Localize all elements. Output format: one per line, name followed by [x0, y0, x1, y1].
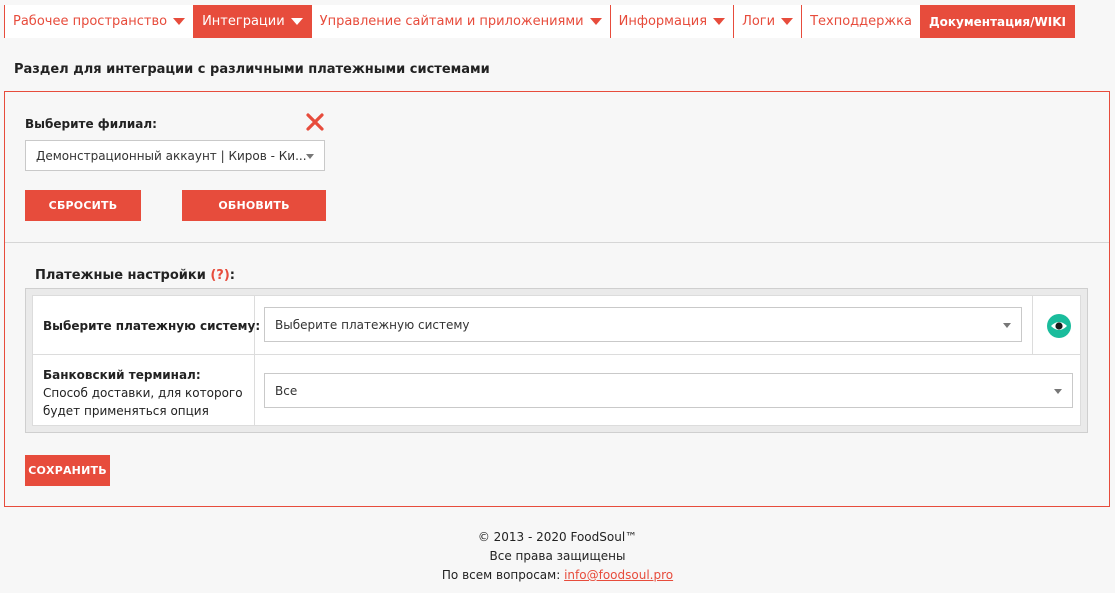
- dropdown-arrow-icon: [306, 153, 314, 159]
- bank-terminal-desc-line2: будет применяться опция: [43, 404, 209, 418]
- help-link[interactable]: (?): [210, 268, 229, 283]
- nav-item-label: Рабочее пространство: [13, 14, 168, 29]
- payment-system-select-value: Выберите платежную систему: [275, 317, 470, 332]
- row-divider: [33, 354, 1080, 355]
- title-colon: :: [229, 268, 235, 283]
- clear-branch-icon[interactable]: [303, 110, 327, 134]
- footer-rights: Все права защищены: [489, 549, 626, 563]
- save-button[interactable]: СОХРАНИТЬ: [25, 455, 110, 486]
- nav-item-logs[interactable]: Логи: [733, 5, 802, 38]
- branch-label: Выберите филиал:: [25, 117, 157, 131]
- payment-settings-table: Выберите платежную систему: Выберите пла…: [32, 295, 1081, 426]
- payment-system-select[interactable]: Выберите платежную систему: [264, 307, 1022, 342]
- nav-item-info[interactable]: Информация: [609, 5, 734, 38]
- footer-copyright: © 2013 - 2020 FoodSoul™: [477, 530, 638, 544]
- caret-down-icon: [781, 18, 794, 25]
- delivery-method-select[interactable]: Все: [264, 373, 1073, 408]
- footer-contact-prefix: По всем вопросам:: [441, 568, 561, 582]
- eye-icon[interactable]: [1046, 313, 1072, 339]
- nav-item-workspace[interactable]: Рабочее пространство: [4, 5, 194, 38]
- payment-settings-title: Платежные настройки (?):: [35, 268, 235, 283]
- caret-down-icon: [589, 18, 602, 25]
- footer: © 2013 - 2020 FoodSoul™ Все права защище…: [0, 528, 1115, 585]
- bank-terminal-label: Банковский терминал:: [43, 368, 201, 382]
- nav-item-label: Техподдержка: [810, 14, 912, 29]
- nav-item-label: Интеграции: [202, 14, 285, 29]
- nav-item-support[interactable]: Техподдержка: [801, 5, 920, 38]
- page-title: Раздел для интеграции с различными плате…: [14, 62, 490, 77]
- payment-settings-table-wrapper: Выберите платежную систему: Выберите пла…: [25, 288, 1088, 433]
- caret-down-icon: [290, 18, 303, 25]
- col-divider: [1032, 296, 1033, 354]
- footer-contact: По всем вопросам: info@foodsoul.pro: [0, 566, 1115, 585]
- payment-settings-title-text: Платежные настройки: [35, 268, 206, 283]
- nav-item-integrations[interactable]: Интеграции: [193, 5, 311, 38]
- dropdown-arrow-icon: [1054, 388, 1062, 394]
- footer-email-link[interactable]: info@foodsoul.pro: [564, 568, 673, 582]
- reset-button[interactable]: СБРОСИТЬ: [25, 190, 141, 221]
- col-divider: [254, 296, 255, 425]
- caret-down-icon: [173, 18, 186, 25]
- nav-item-label: Логи: [742, 14, 776, 29]
- delivery-method-select-value: Все: [275, 383, 298, 398]
- nav-item-label: Информация: [618, 14, 708, 29]
- nav-item-label: Документация/WIKI: [928, 14, 1066, 29]
- section-divider: [5, 242, 1109, 243]
- integration-panel: Выберите филиал: Демонстрационный аккаун…: [4, 91, 1110, 507]
- nav-item-docs-wiki[interactable]: Документация/WIKI: [919, 5, 1075, 38]
- nav-item-sites-apps[interactable]: Управление сайтами и приложениями: [310, 5, 610, 38]
- refresh-button[interactable]: ОБНОВИТЬ: [182, 190, 326, 221]
- top-nav: Рабочее пространство Интеграции Управлен…: [4, 5, 1075, 38]
- caret-down-icon: [713, 18, 726, 25]
- branch-select-value: Демонстрационный аккаунт | Киров - Ки...: [36, 148, 307, 163]
- nav-item-label: Управление сайтами и приложениями: [319, 14, 584, 29]
- branch-select[interactable]: Демонстрационный аккаунт | Киров - Ки...: [25, 140, 325, 171]
- bank-terminal-desc-line1: Способ доставки, для которого: [43, 386, 243, 400]
- dropdown-arrow-icon: [1003, 322, 1011, 328]
- payment-system-label: Выберите платежную систему:: [43, 319, 261, 333]
